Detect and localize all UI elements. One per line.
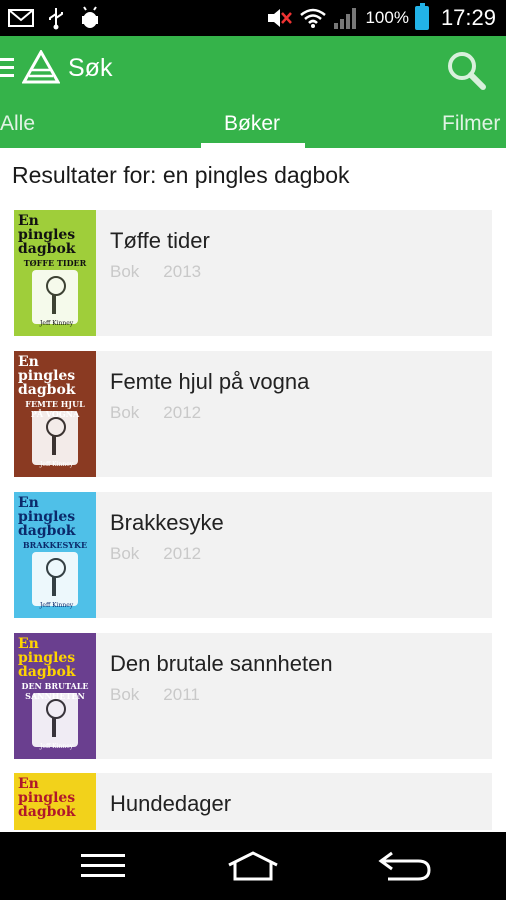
drawer-menu-icon[interactable] <box>0 58 14 78</box>
tab-alle[interactable]: Alle <box>0 112 35 136</box>
item-meta: Bok 2011 <box>110 685 200 705</box>
item-title: Femte hjul på vogna <box>110 369 310 394</box>
item-meta: Bok 2012 <box>110 403 201 423</box>
page-title: Søk <box>68 54 113 82</box>
battery-percent: 100% <box>365 8 409 27</box>
tab-bar: Alle Bøker Filmer <box>0 108 506 148</box>
book-cover: En pingles dagbok <box>14 773 96 830</box>
android-debug-icon <box>82 6 98 28</box>
list-item[interactable]: En pingles dagbok Hundedager <box>14 773 492 830</box>
home-icon[interactable] <box>226 850 280 882</box>
book-cover: En pingles dagbok TØFFE TIDER Jeff Kinne… <box>14 210 96 336</box>
item-title: Hundedager <box>110 791 232 816</box>
list-item[interactable]: En pingles dagbok FEMTE HJUL PÅ VOGNA Je… <box>14 351 492 477</box>
cover-title: En pingles dagbok <box>18 636 76 680</box>
menu-icon[interactable] <box>80 852 126 880</box>
tab-boker[interactable]: Bøker <box>224 112 280 136</box>
notification-icons <box>8 6 102 30</box>
item-meta: Bok 2012 <box>110 544 201 564</box>
cover-author: Jeff Kinney <box>40 743 74 750</box>
mute-icon <box>268 9 293 27</box>
item-year: 2012 <box>163 544 202 563</box>
status-bar: 100% 17:29 <box>0 0 506 36</box>
cover-subtitle: TØFFE TIDER <box>23 258 87 268</box>
item-type: Bok <box>110 262 140 281</box>
cover-illustration <box>32 552 78 606</box>
cover-illustration <box>32 411 78 465</box>
item-title: Den brutale sannheten <box>110 651 333 676</box>
cover-subtitle: BRAKKESYKE <box>22 540 88 550</box>
item-year: 2012 <box>163 403 202 422</box>
system-icons: 100% 17:29 <box>265 0 496 36</box>
item-type: Bok <box>110 544 140 563</box>
cover-title: En pingles dagbok <box>18 354 76 398</box>
item-title: Tøffe tider <box>110 228 210 253</box>
search-icon[interactable] <box>444 48 488 92</box>
battery-icon <box>414 3 429 30</box>
book-cover: En pingles dagbok DEN BRUTALE SANNHETEN … <box>14 633 96 759</box>
system-nav-bar <box>0 832 506 900</box>
tab-selected-indicator <box>201 143 305 148</box>
back-icon[interactable] <box>378 850 432 882</box>
item-year: 2011 <box>163 685 200 704</box>
cover-author: Jeff Kinney <box>40 602 74 609</box>
item-title: Brakkesyke <box>110 510 224 535</box>
cover-author: Jeff Kinney <box>40 320 74 327</box>
cover-illustration <box>32 693 78 747</box>
app-logo-icon[interactable] <box>22 50 60 84</box>
cover-author: Jeff Kinney <box>40 461 74 468</box>
signal-icon <box>334 8 357 29</box>
book-cover: En pingles dagbok BRAKKESYKE Jeff Kinney <box>14 492 96 618</box>
cover-title: En pingles dagbok <box>18 776 76 820</box>
clock: 17:29 <box>440 5 496 30</box>
item-type: Bok <box>110 403 140 422</box>
gmail-icon <box>8 9 34 27</box>
app-bar: Søk Alle Bøker Filmer <box>0 36 506 148</box>
cover-title: En pingles dagbok <box>18 495 76 539</box>
item-year: 2013 <box>163 262 202 281</box>
wifi-icon <box>300 8 327 28</box>
results-list[interactable]: En pingles dagbok TØFFE TIDER Jeff Kinne… <box>0 210 506 830</box>
usb-icon <box>49 8 63 30</box>
list-item[interactable]: En pingles dagbok BRAKKESYKE Jeff Kinney… <box>14 492 492 618</box>
cover-title: En pingles dagbok <box>18 213 76 257</box>
cover-illustration <box>32 270 78 324</box>
list-item[interactable]: En pingles dagbok DEN BRUTALE SANNHETEN … <box>14 633 492 759</box>
book-cover: En pingles dagbok FEMTE HJUL PÅ VOGNA Je… <box>14 351 96 477</box>
results-label: Resultater for: en pingles dagbok <box>12 162 350 188</box>
tab-filmer[interactable]: Filmer <box>442 112 500 136</box>
list-item[interactable]: En pingles dagbok TØFFE TIDER Jeff Kinne… <box>14 210 492 336</box>
item-meta: Bok 2013 <box>110 262 201 282</box>
item-type: Bok <box>110 685 140 704</box>
